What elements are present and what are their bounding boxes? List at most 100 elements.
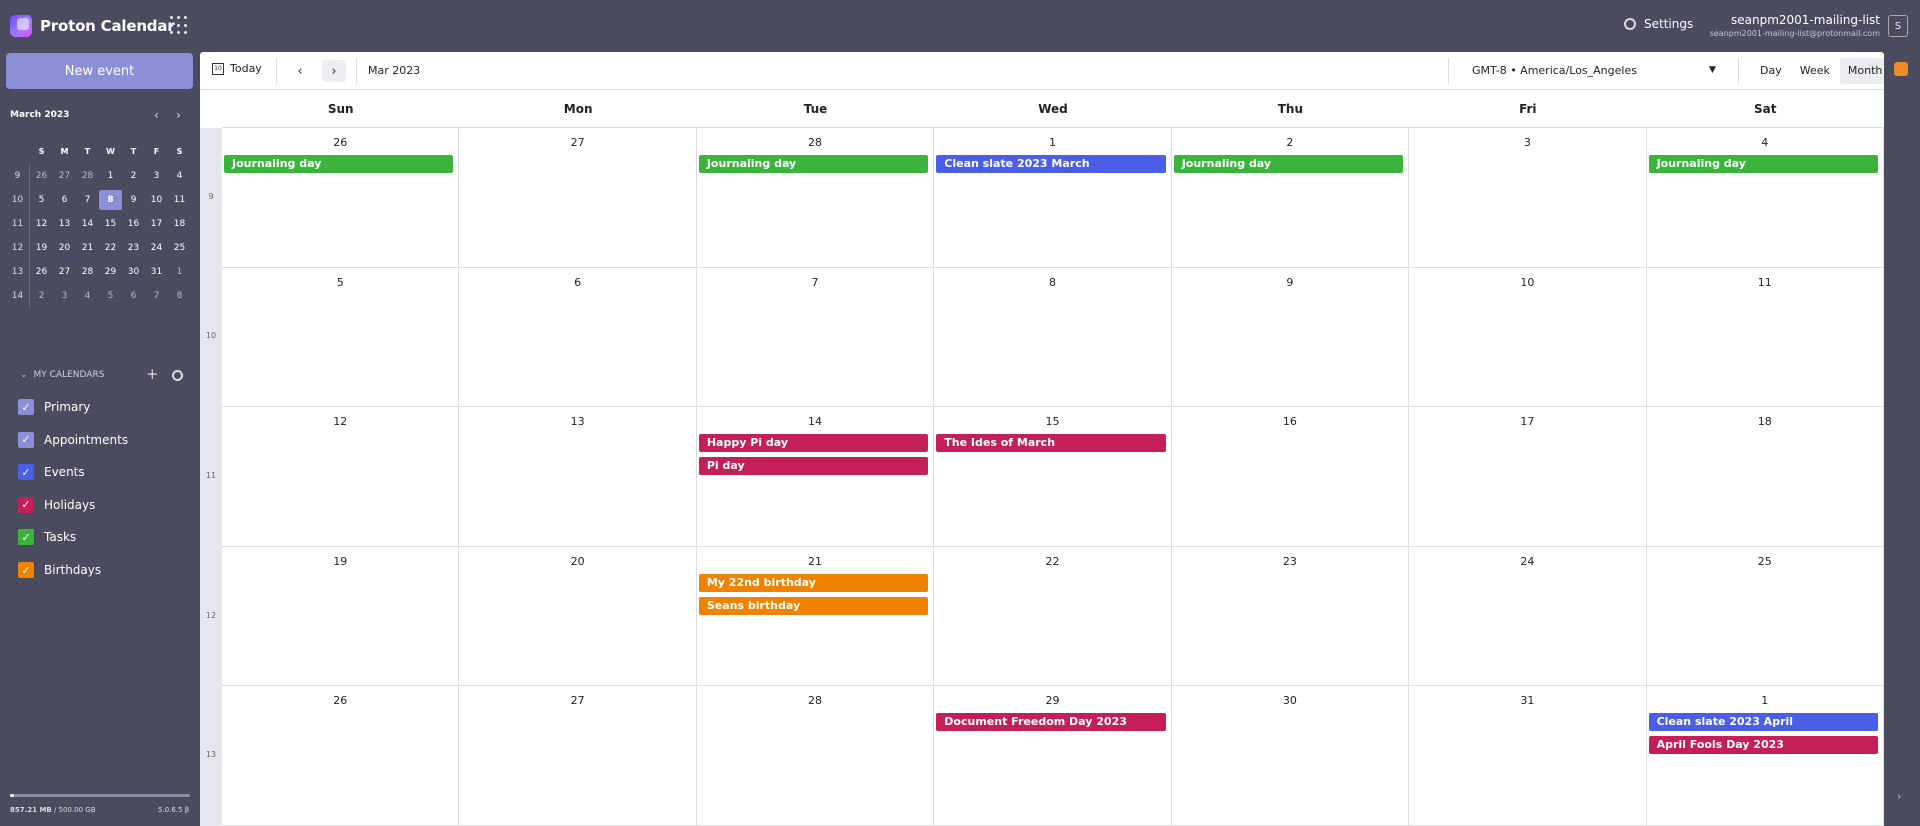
day-number[interactable]: 31 [1409, 694, 1645, 707]
mini-day[interactable]: 5 [99, 286, 122, 306]
day-number[interactable]: 26 [222, 136, 458, 149]
mini-day[interactable]: 14 [76, 214, 99, 234]
day-cell[interactable]: 23 [1171, 546, 1410, 687]
calendar-settings-icon[interactable] [172, 370, 183, 381]
mini-day[interactable]: 26 [30, 262, 53, 282]
mini-day[interactable]: 7 [76, 190, 99, 210]
mini-day[interactable]: 6 [53, 190, 76, 210]
mini-day[interactable]: 4 [76, 286, 99, 306]
mini-day[interactable]: 27 [53, 262, 76, 282]
mini-day[interactable]: 18 [168, 214, 191, 234]
day-number[interactable]: 12 [222, 415, 458, 428]
day-number[interactable]: 11 [1647, 276, 1883, 289]
mini-day[interactable]: 16 [122, 214, 145, 234]
day-cell[interactable]: 21 My 22nd birthday Seans birthday [696, 546, 935, 687]
event-chip[interactable]: Seans birthday [698, 596, 929, 615]
day-cell[interactable]: 7 [696, 267, 935, 408]
day-cell[interactable]: 29 Document Freedom Day 2023 [934, 686, 1172, 826]
checkbox-checked-icon[interactable]: ✓ [18, 399, 34, 415]
mini-day[interactable]: 2 [122, 166, 145, 186]
mini-day[interactable]: 8 [99, 190, 122, 210]
my-calendars-toggle[interactable]: ⌄ MY CALENDARS [20, 370, 104, 380]
event-chip[interactable]: Happy Pi day [698, 434, 929, 453]
checkbox-checked-icon[interactable]: ✓ [18, 529, 34, 546]
day-cell[interactable]: 27 [459, 128, 697, 268]
day-number[interactable]: 30 [1172, 694, 1408, 707]
mini-day[interactable]: 12 [30, 214, 53, 234]
mini-day[interactable]: 3 [53, 286, 76, 306]
app-logo[interactable]: Proton Calendar [10, 15, 175, 37]
day-cell[interactable]: 19 [222, 546, 460, 687]
mini-day[interactable]: 4 [168, 166, 191, 186]
day-number[interactable]: 15 [934, 415, 1170, 428]
day-cell[interactable]: 20 [459, 546, 697, 687]
event-chip[interactable]: Document Freedom Day 2023 [936, 713, 1166, 732]
day-number[interactable]: 16 [1172, 415, 1408, 428]
event-chip[interactable]: My 22nd birthday [698, 573, 929, 592]
avatar[interactable]: S [1888, 15, 1908, 37]
day-cell[interactable]: 31 [1409, 686, 1647, 826]
mini-day[interactable]: 1 [99, 166, 122, 186]
day-number[interactable]: 7 [697, 276, 933, 289]
day-number[interactable]: 1 [934, 136, 1170, 149]
day-cell[interactable]: 12 [222, 407, 460, 547]
mini-day[interactable]: 2 [30, 286, 53, 306]
view-month-button[interactable]: Month [1839, 58, 1891, 84]
event-chip[interactable]: Journaling day [698, 155, 929, 173]
mini-day[interactable]: 28 [76, 166, 99, 186]
mini-day[interactable]: 1 [168, 262, 191, 282]
day-number[interactable]: 28 [697, 136, 933, 149]
mini-day[interactable]: 3 [145, 166, 168, 186]
day-number[interactable]: 29 [934, 694, 1170, 707]
calendar-item-holidays[interactable]: ✓ Holidays [18, 496, 95, 513]
mini-day[interactable]: 28 [76, 262, 99, 282]
contacts-icon[interactable] [1894, 62, 1908, 76]
mini-day[interactable]: 17 [145, 214, 168, 234]
day-cell[interactable]: 17 [1409, 407, 1647, 547]
day-cell[interactable]: 22 [934, 546, 1172, 687]
day-cell[interactable]: 28 Journaling day [696, 128, 935, 268]
day-cell[interactable]: 30 [1171, 686, 1410, 826]
day-cell[interactable]: 13 [459, 407, 697, 547]
day-cell[interactable]: 25 [1646, 546, 1884, 687]
day-number[interactable]: 22 [934, 555, 1170, 568]
mini-day[interactable]: 31 [145, 262, 168, 282]
day-cell[interactable]: 15 The Ides of March [934, 407, 1172, 547]
day-cell[interactable]: 2 Journaling day [1171, 128, 1410, 268]
event-chip[interactable]: April Fools Day 2023 [1648, 736, 1878, 755]
day-cell[interactable]: 4 Journaling day [1646, 128, 1884, 268]
event-chip[interactable]: The Ides of March [936, 434, 1166, 453]
view-week-button[interactable]: Week [1792, 58, 1838, 84]
calendar-item-birthdays[interactable]: ✓ Birthdays [18, 562, 101, 578]
mini-day[interactable]: 26 [30, 166, 53, 186]
checkbox-checked-icon[interactable]: ✓ [18, 431, 34, 448]
day-cell[interactable]: 5 [222, 267, 460, 408]
day-number[interactable]: 20 [459, 555, 695, 568]
checkbox-checked-icon[interactable]: ✓ [18, 562, 34, 578]
next-month-button[interactable]: › [322, 60, 346, 82]
day-number[interactable]: 24 [1409, 555, 1645, 568]
mini-next-month-icon[interactable]: › [176, 108, 181, 122]
mini-prev-month-icon[interactable]: ‹ [154, 108, 159, 122]
day-number[interactable]: 5 [222, 276, 458, 289]
mini-day[interactable]: 6 [122, 286, 145, 306]
caret-down-icon[interactable]: ▼ [1709, 65, 1716, 75]
user-menu[interactable]: seanpm2001-mailing-list seanpm2001-maili… [1710, 13, 1880, 38]
mini-day[interactable]: 25 [168, 238, 191, 258]
mini-day[interactable]: 9 [122, 190, 145, 210]
day-number[interactable]: 27 [459, 136, 695, 149]
day-cell[interactable]: 16 [1171, 407, 1410, 547]
day-number[interactable]: 19 [222, 555, 458, 568]
chevron-right-icon[interactable]: › [1897, 790, 1901, 803]
day-cell[interactable]: 9 [1171, 267, 1410, 408]
day-number[interactable]: 18 [1647, 415, 1883, 428]
day-cell[interactable]: 14 Happy Pi day Pi day [696, 407, 935, 547]
calendar-item-tasks[interactable]: ✓ Tasks [18, 529, 76, 546]
event-chip[interactable]: Clean slate 2023 April [1648, 713, 1878, 732]
prev-month-button[interactable]: ‹ [288, 60, 312, 82]
event-chip[interactable]: Pi day [698, 457, 929, 476]
mini-day[interactable]: 29 [99, 262, 122, 282]
add-calendar-icon[interactable]: + [146, 365, 159, 383]
event-chip[interactable]: Journaling day [1173, 155, 1404, 173]
day-cell[interactable]: 24 [1409, 546, 1647, 687]
